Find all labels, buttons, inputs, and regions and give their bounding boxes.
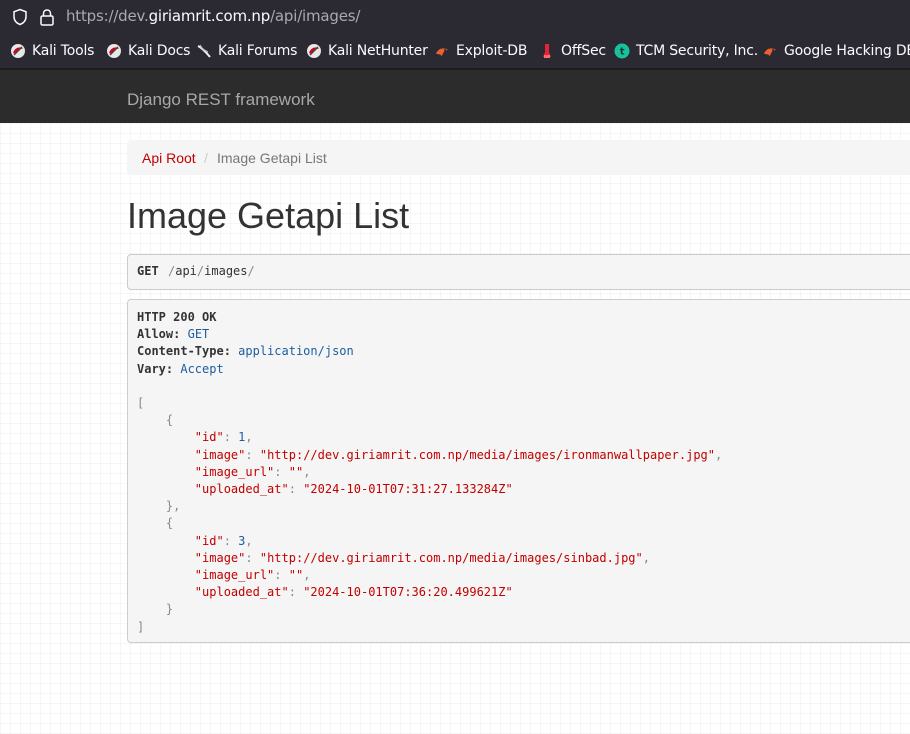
request-path: /api/images/ <box>168 264 255 278</box>
bookmark-label: Kali Tools <box>32 43 95 59</box>
navbar: Django REST framework <box>0 69 910 124</box>
bookmark-exploit-db[interactable]: Exploit-DB <box>434 42 527 60</box>
breadcrumb-separator: / <box>204 150 208 166</box>
json-key: "id" <box>194 533 224 548</box>
breadcrumb-api-root-link[interactable]: Api Root <box>142 150 196 166</box>
offsec-icon <box>539 43 555 59</box>
bookmark-label: Kali Forums <box>218 43 298 59</box>
bookmark-label: Google Hacking DB <box>784 43 910 59</box>
bookmark-label: Kali Docs <box>128 43 191 59</box>
request-path-segment: api <box>175 264 197 278</box>
json-key: "image" <box>194 550 246 565</box>
tcm-icon: t <box>614 43 630 59</box>
json-value: "2024-10-01T07:31:27.133284Z" <box>303 482 513 497</box>
request-method: GET <box>137 264 159 278</box>
response-info: HTTP 200 OK Allow: GET Content-Type: app… <box>127 299 910 643</box>
kali-dragon-icon <box>106 43 122 59</box>
bookmarks-bar: Kali Tools Kali Docs Kali Forums Kali Ne… <box>0 34 910 69</box>
bookmark-kali-nethunter[interactable]: Kali NetHunter <box>306 42 428 60</box>
kali-forums-icon <box>196 43 212 59</box>
json-value: "" <box>288 464 304 479</box>
kali-dragon-icon <box>306 43 322 59</box>
json-value: "2024-10-01T07:36:20.499621Z" <box>303 585 513 600</box>
bookmark-offsec[interactable]: OffSec <box>539 42 606 60</box>
json-key: "uploaded_at" <box>194 585 289 600</box>
breadcrumb-current: Image Getapi List <box>217 150 327 166</box>
page-body: Api Root / Image Getapi List Image Getap… <box>0 123 910 734</box>
exploit-db-icon <box>762 43 778 59</box>
json-value: "" <box>288 568 304 583</box>
bookmark-label: OffSec <box>561 43 606 59</box>
json-key: "id" <box>194 430 224 445</box>
bookmark-label: Kali NetHunter <box>328 43 428 59</box>
header-value: GET <box>187 327 210 342</box>
breadcrumb: Api Root / Image Getapi List <box>127 140 910 175</box>
bookmark-label: TCM Security, Inc. <box>636 43 758 59</box>
header-name: Content-Type: <box>137 344 231 359</box>
url-prefix: https://dev. <box>66 7 149 25</box>
svg-text:t: t <box>620 47 625 58</box>
url-host: giriamrit.com.np <box>148 7 271 25</box>
url-field[interactable]: https://dev.giriamrit.com.np/api/images/ <box>66 7 360 25</box>
header-name: Allow: <box>137 327 181 342</box>
bookmark-kali-docs[interactable]: Kali Docs <box>106 42 190 60</box>
request-path-segment: images <box>204 264 248 278</box>
response-content: HTTP 200 OK Allow: GET Content-Type: app… <box>137 310 723 634</box>
json-value: "http://dev.giriamrit.com.np/media/image… <box>259 447 715 462</box>
browser-url-bar[interactable]: https://dev.giriamrit.com.np/api/images/ <box>0 0 910 34</box>
kali-dragon-icon <box>10 43 26 59</box>
bookmark-tcm-security[interactable]: t TCM Security, Inc. <box>614 42 758 60</box>
request-info: GET /api/images/ <box>127 254 910 290</box>
bookmark-kali-forums[interactable]: Kali Forums <box>196 42 297 60</box>
shield-icon[interactable] <box>11 8 29 26</box>
bookmark-label: Exploit-DB <box>456 43 528 59</box>
header-value: Accept <box>180 361 224 376</box>
header-value: application/json <box>238 344 354 359</box>
json-key: "image_url" <box>194 464 275 479</box>
json-key: "uploaded_at" <box>194 482 289 497</box>
json-key: "image" <box>194 447 246 462</box>
page-title: Image Getapi List <box>127 195 410 236</box>
lock-icon[interactable] <box>39 8 55 26</box>
json-key: "image_url" <box>194 568 275 583</box>
response-status: HTTP 200 OK <box>137 310 217 324</box>
navbar-brand[interactable]: Django REST framework <box>127 90 315 110</box>
json-value: "http://dev.giriamrit.com.np/media/image… <box>259 550 643 565</box>
header-name: Vary: <box>137 361 174 376</box>
url-path: /api/images/ <box>270 7 361 25</box>
exploit-db-icon <box>434 43 450 59</box>
bookmark-kali-tools[interactable]: Kali Tools <box>10 42 94 60</box>
bookmark-google-hacking-db[interactable]: Google Hacking DB <box>762 42 910 60</box>
